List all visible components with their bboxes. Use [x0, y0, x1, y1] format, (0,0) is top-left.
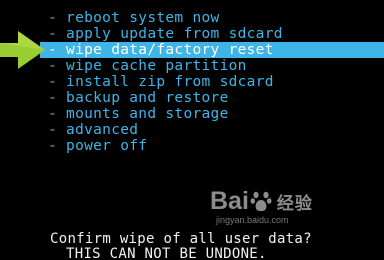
green-arrow-icon — [0, 31, 45, 69]
confirm-warning: THIS CAN NOT BE UNDONE. — [66, 246, 267, 260]
menu-item-mounts-and-storage[interactable]: - mounts and storage — [48, 106, 384, 122]
menu-item-power-off[interactable]: - power off — [48, 138, 384, 154]
confirm-prompt: Confirm wipe of all user data? — [50, 231, 312, 247]
baidu-logo-text: Bai — [210, 187, 249, 215]
jingyan-text: 经验 — [276, 194, 313, 213]
baidu-jingyan-watermark: Bai 经验 jingyan.baidu.com — [210, 186, 360, 234]
menu-item-advanced[interactable]: - advanced — [48, 122, 384, 138]
baidu-paw-icon — [250, 191, 272, 212]
menu-item-install-zip-from-sdcard[interactable]: - install zip from sdcard — [48, 74, 384, 90]
menu-item-wipe-cache-partition[interactable]: - wipe cache partition — [48, 58, 384, 74]
watermark-url: jingyan.baidu.com — [216, 215, 289, 225]
menu-item-backup-and-restore[interactable]: - backup and restore — [48, 90, 384, 106]
menu-item-reboot-system-now[interactable]: - reboot system now — [48, 10, 384, 26]
recovery-screen: - reboot system now - apply update from … — [0, 0, 384, 260]
menu-item-apply-update-from-sdcard[interactable]: - apply update from sdcard — [48, 26, 384, 42]
menu-item-wipe-data-factory-reset[interactable]: - wipe data/factory reset — [40, 42, 384, 58]
